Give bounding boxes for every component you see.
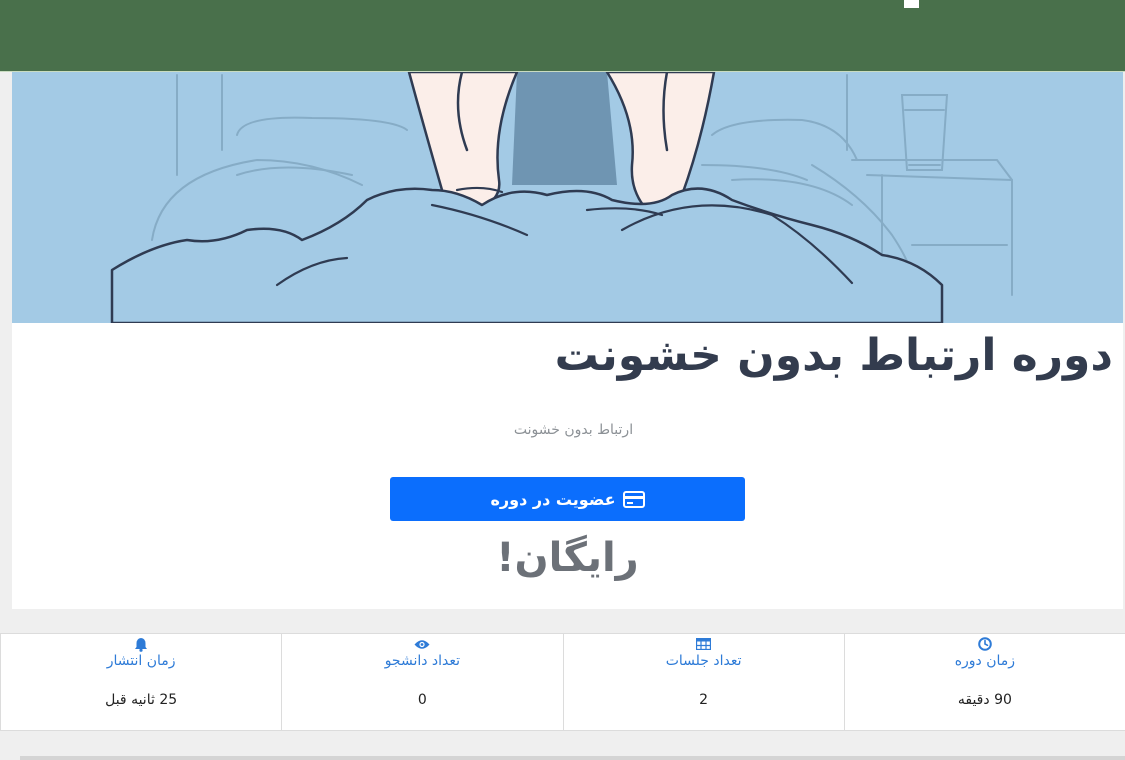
course-price: رایگان! <box>496 535 639 581</box>
next-section-edge <box>20 756 1125 760</box>
bell-icon <box>133 636 149 652</box>
site-header <box>0 0 1125 72</box>
table-icon <box>696 636 712 652</box>
stat-sessions: تعداد جلسات 2 <box>562 634 844 730</box>
stat-duration-value: 90 دقیقه <box>957 692 1012 708</box>
clock-icon <box>977 636 993 652</box>
stat-students-value: 0 <box>417 692 427 708</box>
course-stats: زمان دوره 90 دقیقه تعداد جلسات 2 تعداد د… <box>0 633 1125 731</box>
stat-published-value: 25 ثانیه قبل <box>105 692 178 708</box>
enroll-button-label: عضویت در دوره <box>490 489 616 509</box>
stat-published-label: زمان انتشار <box>106 653 176 669</box>
course-card: دوره ارتباط بدون خشونت ارتباط بدون خشونت… <box>12 0 1123 609</box>
course-subtitle: ارتباط بدون خشونت <box>513 422 634 438</box>
course-title: دوره ارتباط بدون خشونت <box>554 330 1113 381</box>
header-marker <box>904 0 919 8</box>
stat-duration: زمان دوره 90 دقیقه <box>843 634 1125 730</box>
eye-icon <box>414 636 430 652</box>
stat-duration-label: زمان دوره <box>954 653 1016 669</box>
stat-published: زمان انتشار 25 ثانیه قبل <box>0 634 281 730</box>
stat-students-label: تعداد دانشجو <box>384 653 461 669</box>
stat-students: تعداد دانشجو 0 <box>281 634 562 730</box>
enroll-button[interactable]: عضویت در دوره <box>390 477 745 521</box>
stat-sessions-value: 2 <box>699 692 709 708</box>
stat-sessions-label: تعداد جلسات <box>665 653 742 669</box>
credit-card-icon <box>622 490 645 508</box>
